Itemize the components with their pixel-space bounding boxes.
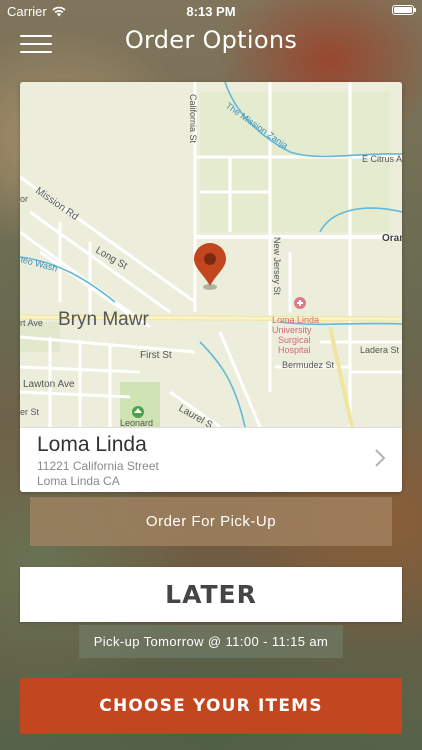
map-label-lawton-ave: Lawton Ave [23, 379, 75, 390]
map-label-leonard: Leonard [120, 418, 153, 427]
map-label-or: or [20, 194, 28, 204]
map-label-orange: Oran [382, 233, 402, 244]
map-label-new-jersey: New Jersey St [272, 237, 282, 296]
order-pickup-button[interactable]: Order For Pick-Up [30, 497, 392, 546]
location-card: Mission Rd Long St Bryn Mawr First St La… [20, 82, 402, 492]
status-time: 8:13 PM [186, 4, 236, 19]
map-label-bryn-mawr: Bryn Mawr [58, 309, 149, 330]
chevron-right-icon [375, 449, 386, 467]
status-bar: Carrier 8:13 PM [0, 0, 422, 22]
map-label-er-st: er St [20, 407, 40, 417]
map-label-california-st: California St [188, 94, 198, 144]
location-name: Loma Linda [37, 433, 147, 456]
battery-icon [392, 5, 416, 15]
pickup-time-label: Pick-up Tomorrow @ 11:00 - 11:15 am [79, 625, 343, 658]
store-map[interactable]: Mission Rd Long St Bryn Mawr First St La… [20, 82, 402, 427]
choose-items-button[interactable]: CHOOSE YOUR ITEMS [20, 678, 402, 734]
later-button[interactable]: LATER [20, 567, 402, 622]
map-label-ladera: Ladera St [360, 345, 400, 355]
page-title: Order Options [124, 26, 298, 54]
map-label-first-st: First St [140, 350, 172, 361]
location-selector[interactable]: Loma Linda 11221 California Street Loma … [20, 427, 402, 492]
location-address-line2: Loma Linda CA [37, 474, 120, 488]
map-label-rt-ave: rt Ave [20, 318, 43, 328]
map-label-bermudez: Bermudez St [282, 360, 335, 370]
map-label-e-citrus: E Citrus A [362, 154, 402, 164]
location-address-line1: 11221 California Street [37, 459, 159, 473]
